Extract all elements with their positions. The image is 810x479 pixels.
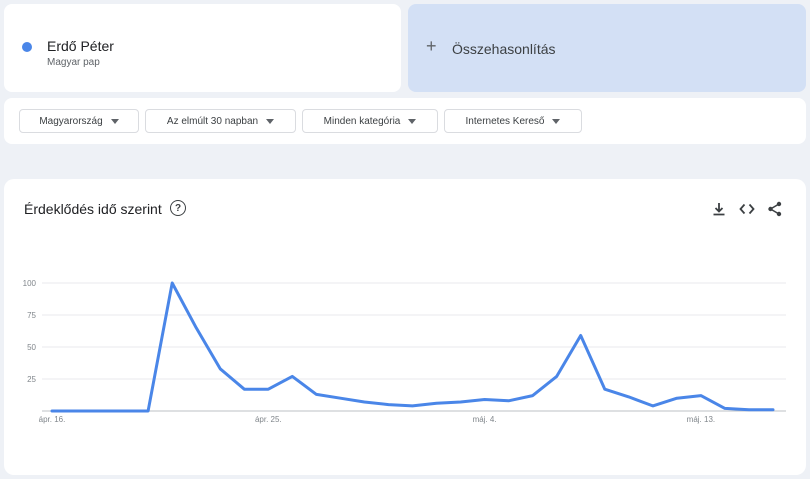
data-point[interactable] bbox=[170, 281, 174, 285]
series-color-dot bbox=[22, 42, 32, 52]
chevron-down-icon bbox=[266, 118, 275, 124]
data-point[interactable] bbox=[555, 374, 559, 378]
data-point[interactable] bbox=[435, 401, 439, 405]
data-point[interactable] bbox=[483, 397, 487, 401]
search-term-card[interactable]: Erdő Péter Magyar pap bbox=[4, 4, 401, 92]
x-tick-label: ápr. 25. bbox=[255, 415, 282, 424]
x-tick-label: máj. 4. bbox=[473, 415, 497, 424]
interest-over-time-card: Érdeklődés idő szerint ? 100 75 50 25 ápr. 1… bbox=[4, 179, 806, 475]
data-point[interactable] bbox=[290, 374, 294, 378]
chevron-down-icon bbox=[552, 118, 561, 124]
data-point[interactable] bbox=[723, 406, 727, 410]
data-point[interactable] bbox=[362, 400, 366, 404]
timeframe-dropdown[interactable]: Az elmúlt 30 napban bbox=[145, 109, 296, 133]
data-point[interactable] bbox=[50, 409, 54, 413]
data-point[interactable] bbox=[314, 392, 318, 396]
data-point[interactable] bbox=[146, 409, 150, 413]
data-point[interactable] bbox=[218, 367, 222, 371]
y-tick-label: 50 bbox=[27, 343, 36, 352]
timeframe-dropdown-label: Az elmúlt 30 napban bbox=[166, 115, 259, 127]
data-point[interactable] bbox=[411, 404, 415, 408]
data-point[interactable] bbox=[771, 408, 775, 412]
compare-button[interactable]: + Összehasonlítás bbox=[408, 4, 806, 92]
data-point[interactable] bbox=[675, 396, 679, 400]
data-point[interactable] bbox=[747, 408, 751, 412]
region-dropdown-label: Magyarország bbox=[39, 115, 103, 127]
x-tick-label: ápr. 16. bbox=[39, 415, 66, 424]
category-dropdown-label: Minden kategória bbox=[323, 115, 401, 127]
search-term-name: Erdő Péter bbox=[47, 38, 114, 54]
data-point[interactable] bbox=[242, 387, 246, 391]
data-point[interactable] bbox=[194, 326, 198, 330]
chevron-down-icon bbox=[408, 118, 417, 124]
data-point[interactable] bbox=[459, 400, 463, 404]
category-dropdown[interactable]: Minden kategória bbox=[302, 109, 438, 133]
compare-label: Összehasonlítás bbox=[452, 41, 556, 57]
data-point[interactable] bbox=[531, 394, 535, 398]
y-tick-label: 25 bbox=[27, 375, 36, 384]
data-point[interactable] bbox=[507, 399, 511, 403]
data-point[interactable] bbox=[579, 333, 583, 337]
data-point[interactable] bbox=[699, 394, 703, 398]
data-point[interactable] bbox=[338, 396, 342, 400]
data-point[interactable] bbox=[603, 387, 607, 391]
search-term-subtitle: Magyar pap bbox=[47, 57, 100, 68]
data-point[interactable] bbox=[74, 409, 78, 413]
y-tick-label: 75 bbox=[27, 311, 36, 320]
data-point[interactable] bbox=[98, 409, 102, 413]
chevron-down-icon bbox=[110, 118, 119, 124]
x-tick-label: máj. 13. bbox=[687, 415, 715, 424]
plus-icon: + bbox=[426, 36, 437, 56]
data-point[interactable] bbox=[627, 395, 631, 399]
data-point[interactable] bbox=[266, 387, 270, 391]
region-dropdown[interactable]: Magyarország bbox=[19, 109, 139, 133]
data-point[interactable] bbox=[651, 404, 655, 408]
y-tick-label: 100 bbox=[23, 279, 37, 288]
search-type-dropdown-label: Internetes Kereső bbox=[465, 115, 545, 127]
data-point[interactable] bbox=[386, 403, 390, 407]
line-chart: 100 75 50 25 ápr. 16. ápr. 25. máj. 4. máj. 13. bbox=[23, 279, 786, 424]
data-point[interactable] bbox=[122, 409, 126, 413]
filters-bar: Magyarország Az elmúlt 30 napban Minden … bbox=[4, 98, 806, 144]
search-type-dropdown[interactable]: Internetes Kereső bbox=[444, 109, 582, 133]
